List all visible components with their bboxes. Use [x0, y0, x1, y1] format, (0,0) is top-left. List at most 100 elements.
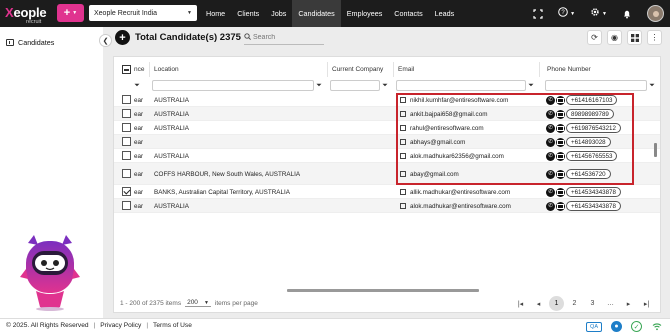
top-right-icons: ? ▼ ▼: [533, 0, 670, 27]
page-3-button[interactable]: 3: [585, 296, 600, 311]
plus-icon: +: [63, 7, 71, 19]
message-icon[interactable]: [556, 201, 565, 211]
tenant-name: Xeople Recruit India: [94, 9, 158, 17]
chevron-down-icon: ▼: [203, 299, 209, 306]
nav-contacts[interactable]: Contacts: [388, 0, 428, 27]
fullscreen-icon[interactable]: [533, 8, 543, 19]
location-filter-input[interactable]: [152, 80, 314, 91]
search-icon: [244, 33, 251, 42]
page-1-button[interactable]: 1: [549, 296, 564, 311]
column-header-col1[interactable]: nce: [134, 66, 144, 73]
nav-employees[interactable]: Employees: [341, 0, 389, 27]
copy-icon[interactable]: [400, 203, 406, 209]
row-checkbox[interactable]: [122, 151, 131, 160]
bell-icon[interactable]: [622, 9, 632, 19]
privacy-policy-link[interactable]: Privacy Policy: [100, 322, 141, 329]
main-nav: Home Clients Jobs Candidates Employees C…: [200, 0, 460, 27]
check-circle-icon[interactable]: ✓: [631, 321, 642, 332]
chevron-down-icon: ▼: [602, 10, 607, 17]
first-page-icon[interactable]: |◂: [513, 296, 528, 311]
row-location: COFFS HARBOUR, New South Wales, AUSTRALI…: [154, 170, 301, 178]
vertical-scrollbar[interactable]: [654, 143, 657, 157]
search-box: [244, 31, 324, 45]
settings-menu[interactable]: ▼: [590, 7, 607, 20]
column-header-company[interactable]: Current Company: [328, 62, 394, 77]
filter-icon[interactable]: ⏷: [526, 82, 536, 90]
message-icon[interactable]: [556, 187, 565, 197]
row-checkbox[interactable]: [122, 201, 131, 210]
select-all-checkbox[interactable]: [122, 65, 131, 74]
more-pages-icon[interactable]: …: [603, 296, 618, 311]
phone-filter-input[interactable]: [545, 80, 647, 91]
nav-candidates[interactable]: Candidates: [292, 0, 341, 27]
footer-icons: QA ● ✓: [586, 321, 662, 332]
row-checkbox[interactable]: [122, 95, 131, 104]
sidebar-item-candidates[interactable]: Candidates: [0, 35, 103, 49]
nav-clients[interactable]: Clients: [231, 0, 265, 27]
nav-leads[interactable]: Leads: [429, 0, 461, 27]
phone-number[interactable]: +614534343878: [566, 201, 621, 211]
row-checkbox[interactable]: [122, 169, 131, 178]
more-options-icon[interactable]: ⋮: [647, 30, 662, 45]
target-icon[interactable]: ◉: [607, 30, 622, 45]
column-header-location[interactable]: Location: [150, 62, 328, 77]
horizontal-scrollbar[interactable]: [287, 289, 479, 292]
pagination-bar: 1 - 200 of 2375 items 200 ▼ items per pag…: [114, 296, 660, 312]
page-2-button[interactable]: 2: [567, 296, 582, 311]
filter-icon[interactable]: ⏷: [380, 82, 390, 90]
grid-view-icon[interactable]: [627, 30, 642, 45]
row-col1: ear: [134, 152, 144, 160]
search-input[interactable]: [253, 34, 319, 41]
user-icon[interactable]: ●: [611, 321, 622, 332]
row-location: AUSTRALIA: [154, 202, 189, 210]
chevron-down-icon: ▼: [570, 10, 576, 17]
copy-icon[interactable]: [400, 189, 406, 195]
per-page-select[interactable]: 200 ▼: [185, 299, 211, 307]
email-link[interactable]: allik.madhukar@entiresoftware.com: [410, 189, 510, 196]
quick-add-button[interactable]: + ▼: [57, 4, 84, 22]
refresh-icon[interactable]: ⟳: [587, 30, 602, 45]
prev-page-icon[interactable]: ◂: [531, 296, 546, 311]
last-page-icon[interactable]: ▸|: [639, 296, 654, 311]
column-header-email[interactable]: Email: [394, 62, 540, 77]
sidebar: Candidates: [0, 27, 103, 318]
user-avatar[interactable]: [647, 5, 664, 22]
mascot-illustration: [20, 235, 80, 311]
row-checkbox[interactable]: [122, 187, 131, 196]
filter-icon[interactable]: ⏷: [314, 82, 324, 90]
nav-jobs[interactable]: Jobs: [265, 0, 292, 27]
filter-icon[interactable]: ⏷: [647, 82, 657, 90]
select-all-header: nce: [114, 62, 150, 77]
help-menu[interactable]: ? ▼: [558, 7, 575, 20]
add-candidate-button[interactable]: +: [115, 30, 130, 45]
chevron-down-icon: ▼: [187, 10, 192, 16]
row-checkbox[interactable]: [122, 123, 131, 132]
nav-home[interactable]: Home: [200, 0, 231, 27]
company-filter-input[interactable]: [330, 80, 380, 91]
phone-call-icon[interactable]: ✆: [546, 187, 555, 197]
phone-call-icon[interactable]: ✆: [546, 201, 555, 211]
email-filter-input[interactable]: [396, 80, 526, 91]
terms-of-use-link[interactable]: Terms of Use: [153, 322, 192, 329]
qa-badge[interactable]: QA: [586, 321, 602, 332]
row-email: allik.madhukar@entiresoftware.com: [400, 185, 540, 199]
email-link[interactable]: alok.madhukar@entiresoftware.com: [410, 203, 511, 210]
column-header-phone[interactable]: Phone Number: [543, 62, 660, 77]
row-col1: ear: [134, 202, 144, 210]
divider: |: [93, 322, 96, 329]
phone-number[interactable]: +614534343878: [566, 187, 621, 197]
row-location: [154, 135, 324, 149]
table-row[interactable]: ear AUSTRALIA alok.madhukar@entiresoftwa…: [114, 199, 660, 213]
filter-icon[interactable]: ⏷: [132, 82, 142, 90]
xeople-logo[interactable]: Xeople recruit: [5, 5, 53, 25]
row-checkbox[interactable]: [122, 137, 131, 146]
header-actions: ⟳ ◉ ⋮: [587, 30, 662, 45]
table-header-row: nce Location Current Company Email Phone…: [114, 62, 660, 77]
tenant-selector[interactable]: Xeople Recruit India ▼: [89, 5, 197, 21]
row-location: AUSTRALIA: [154, 96, 189, 104]
row-checkbox[interactable]: [122, 109, 131, 118]
next-page-icon[interactable]: ▸: [621, 296, 636, 311]
table-row[interactable]: ear BANKS, Australian Capital Territory,…: [114, 185, 660, 199]
row-col1: ear: [134, 188, 144, 196]
row-col1: ear: [134, 110, 144, 118]
